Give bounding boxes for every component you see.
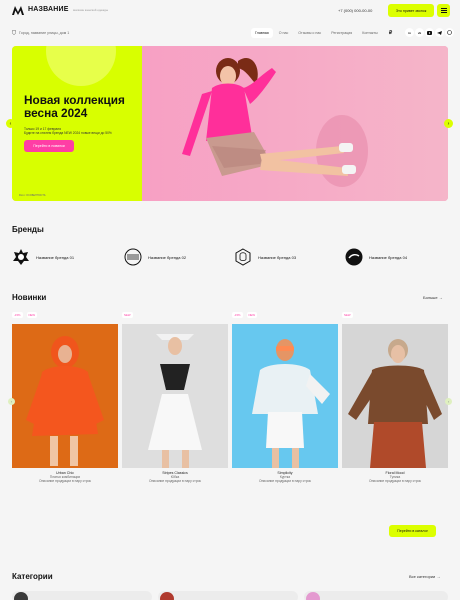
main-nav: Главная О нас Отзывы о нас Регистрация К… (251, 28, 382, 38)
vk-icon[interactable]: vk (415, 28, 424, 37)
menu-icon (440, 7, 447, 9)
nav-about[interactable]: О нас (275, 28, 293, 38)
header: НАЗВАНИЕ магазин женской одежды +7 (000)… (0, 0, 460, 22)
hero-title: Новая коллекция весна 2024 (24, 93, 125, 120)
product-badges: -15% NEW (12, 312, 38, 318)
phone-link[interactable]: +7 (000) 000-00-00 (338, 8, 372, 13)
product-description: Описание продукции в пару строк (369, 479, 421, 483)
hero-cta-button[interactable]: Перейти в новинки (24, 140, 74, 152)
youtube-icon[interactable] (425, 28, 434, 37)
new-badge: NEW (122, 312, 133, 318)
novelties-next-button[interactable]: › (445, 398, 452, 405)
category-card[interactable] (304, 591, 448, 600)
chevron-right-icon: › (447, 399, 450, 404)
product-card[interactable]: -15% NEW Simplicity Куртка Описание прод… (232, 312, 338, 492)
nav-reviews[interactable]: Отзывы о нас (294, 28, 325, 38)
category-card[interactable] (12, 591, 152, 600)
brand-item[interactable]: Название бренда 01 (12, 248, 74, 266)
nav-register[interactable]: Регистрация (327, 28, 356, 38)
callback-button[interactable]: Это привет звонок (388, 4, 434, 17)
hero-description: Только 19 и 17 февраля Будите на стилем … (24, 127, 112, 136)
categories-all-link[interactable]: Все категории → (409, 574, 440, 579)
brand-logo-02 (124, 248, 142, 266)
brand-logo-04 (345, 248, 363, 266)
brand-item[interactable]: Название бренда 02 (124, 248, 186, 266)
sale-badge: -15% (12, 312, 23, 318)
new-badge: NEW (26, 312, 38, 318)
location-pin-icon (12, 30, 16, 35)
category-card[interactable] (158, 591, 298, 600)
product-description: Описание продукции в пару строк (259, 479, 311, 483)
brand-logo-01 (13, 249, 29, 265)
subbar: Город, название улицы, дом 1 Главная О н… (0, 22, 460, 42)
novelties-title: Новинки (12, 293, 47, 302)
novelties-all-link[interactable]: Больше → (423, 295, 443, 300)
hero-text-panel (12, 46, 142, 201)
product-card[interactable]: NEW Floral Mood Туника Описание продукци… (342, 312, 448, 492)
product-description: Описание продукции в пару строк (149, 479, 201, 483)
telegram-icon[interactable] (435, 28, 444, 37)
product-image[interactable] (232, 324, 338, 468)
sale-badge: -15% (232, 312, 243, 318)
product-card[interactable]: NEW Stripes Classics Юбка Описание проду… (122, 312, 228, 492)
categories-title: Категории (12, 572, 53, 581)
social-links: in vk (405, 28, 454, 37)
menu-button[interactable] (437, 4, 450, 17)
product-badges: NEW (342, 312, 353, 318)
brand-item[interactable]: Название бренда 04 (345, 248, 407, 266)
catalog-button[interactable]: Перейти в каталог (389, 525, 436, 537)
product-image[interactable] (122, 324, 228, 468)
chevron-left-icon: ‹ (9, 120, 12, 127)
hero-image (142, 46, 448, 201)
brand-name[interactable]: НАЗВАНИЕ (28, 6, 69, 13)
product-image[interactable] (342, 324, 448, 468)
nav-contacts[interactable]: Контакты (358, 28, 382, 38)
brand-name: Название бренда 03 (258, 254, 297, 260)
currency-icon[interactable]: ₽ (389, 30, 392, 36)
product-description: Описание продукции в пару строк (39, 479, 91, 483)
hero-credit: Фото: ОСОБЕННОСТЬ (19, 194, 46, 197)
category-image (160, 592, 174, 600)
hero-next-button[interactable]: › (444, 119, 453, 128)
hero-prev-button[interactable]: ‹ (6, 119, 15, 128)
novelties-prev-button[interactable]: ‹ (8, 398, 15, 405)
brand-name: Название бренда 01 (36, 254, 75, 260)
category-image (14, 592, 28, 600)
whatsapp-icon[interactable] (445, 28, 454, 37)
brands-title: Бренды (12, 225, 44, 234)
category-image (306, 592, 320, 600)
product-card[interactable]: -15% NEW Urban Chic Платья комбинации Оп… (12, 312, 118, 492)
chevron-right-icon: › (447, 120, 450, 127)
product-image[interactable] (12, 324, 118, 468)
brand-logo-03 (235, 248, 251, 266)
nav-home[interactable]: Главная (251, 28, 273, 38)
brand-item[interactable]: Название бренда 03 (234, 248, 296, 266)
logo-icon[interactable] (12, 6, 24, 15)
new-badge: NEW (246, 312, 258, 318)
product-badges: NEW (122, 312, 133, 318)
address-text: Город, название улицы, дом 1 (19, 31, 70, 35)
brand-tagline: магазин женской одежды (73, 8, 109, 12)
hero-banner: Новая коллекция весна 2024 Только 19 и 1… (12, 46, 448, 201)
chevron-left-icon: ‹ (10, 399, 13, 404)
brand-name: Название бренда 02 (148, 254, 187, 260)
brand-name: Название бренда 04 (369, 254, 408, 260)
product-badges: -15% NEW (232, 312, 258, 318)
new-badge: NEW (342, 312, 353, 318)
linkedin-icon[interactable]: in (405, 28, 414, 37)
